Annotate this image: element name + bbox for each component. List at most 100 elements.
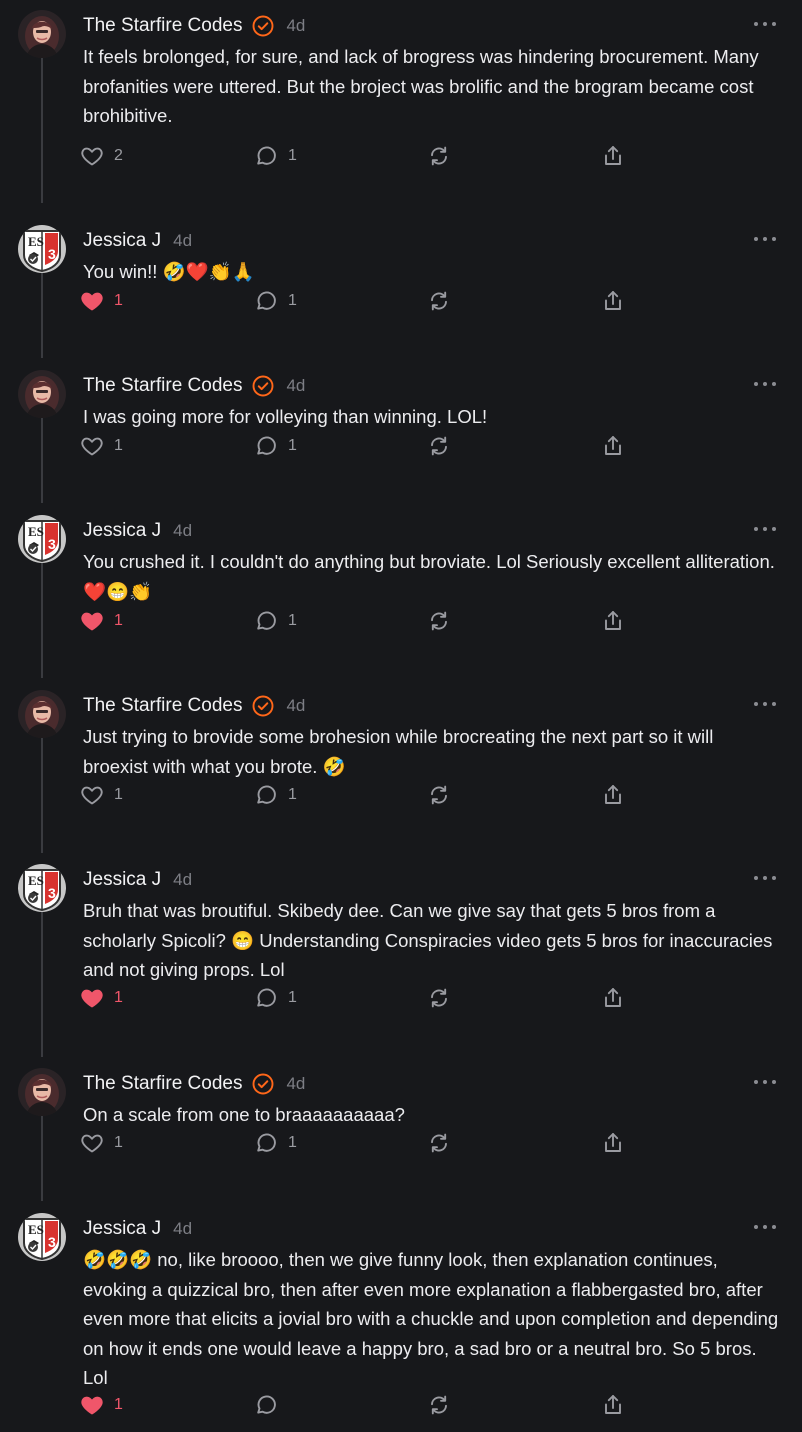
reply-button[interactable]: 1 bbox=[254, 985, 297, 1011]
restack-button[interactable] bbox=[427, 782, 451, 808]
share-button[interactable] bbox=[601, 985, 625, 1011]
restack-icon bbox=[427, 144, 451, 168]
thread-line bbox=[41, 738, 43, 853]
avatar[interactable]: ES 3 bbox=[18, 515, 66, 563]
author-name[interactable]: Jessica J bbox=[83, 230, 161, 252]
author-name[interactable]: Jessica J bbox=[83, 520, 161, 542]
reply-button[interactable] bbox=[254, 1392, 288, 1418]
reply-count: 1 bbox=[288, 989, 297, 1006]
reply-count: 1 bbox=[288, 292, 297, 309]
like-button[interactable]: 1 bbox=[80, 985, 123, 1011]
timestamp[interactable]: 4d bbox=[286, 696, 305, 716]
avatar[interactable] bbox=[18, 10, 66, 58]
timestamp[interactable]: 4d bbox=[286, 1074, 305, 1094]
like-button[interactable]: 1 bbox=[80, 433, 123, 459]
author-name[interactable]: Jessica J bbox=[83, 1218, 161, 1240]
like-button[interactable]: 1 bbox=[80, 608, 123, 634]
author-name[interactable]: The Starfire Codes bbox=[83, 15, 242, 37]
thread-line bbox=[41, 273, 43, 358]
share-button[interactable] bbox=[601, 288, 625, 314]
like-count: 1 bbox=[114, 292, 123, 309]
avatar[interactable]: ES 3 bbox=[18, 225, 66, 273]
more-options-icon[interactable] bbox=[754, 694, 776, 714]
comment-text: Just trying to brovide some brohesion wh… bbox=[83, 726, 714, 777]
like-count: 1 bbox=[114, 786, 123, 803]
restack-button[interactable] bbox=[427, 985, 451, 1011]
comment-header: Jessica J 4d bbox=[83, 1216, 192, 1242]
reply-count: 1 bbox=[288, 1134, 297, 1151]
heart-icon bbox=[80, 434, 104, 458]
author-name[interactable]: The Starfire Codes bbox=[83, 375, 242, 397]
comment-header: The Starfire Codes 4d bbox=[83, 693, 305, 719]
like-count: 1 bbox=[114, 1396, 123, 1413]
like-button[interactable]: 2 bbox=[80, 143, 123, 169]
heart-icon bbox=[80, 609, 104, 633]
more-options-icon[interactable] bbox=[754, 374, 776, 394]
comment-text: 🤣🤣🤣 no, like broooo, then we give funny … bbox=[83, 1249, 779, 1388]
like-button[interactable]: 1 bbox=[80, 782, 123, 808]
author-name[interactable]: The Starfire Codes bbox=[83, 695, 242, 717]
like-button[interactable]: 1 bbox=[80, 1130, 123, 1156]
like-count: 1 bbox=[114, 612, 123, 629]
heart-icon bbox=[80, 289, 104, 313]
reply-button[interactable]: 1 bbox=[254, 782, 297, 808]
share-icon bbox=[601, 434, 625, 458]
avatar[interactable] bbox=[18, 690, 66, 738]
share-button[interactable] bbox=[601, 433, 625, 459]
reply-button[interactable]: 1 bbox=[254, 608, 297, 634]
avatar[interactable]: ES 3 bbox=[18, 864, 66, 912]
restack-button[interactable] bbox=[427, 608, 451, 634]
avatar[interactable] bbox=[18, 1068, 66, 1116]
verified-badge-icon bbox=[252, 695, 274, 717]
share-button[interactable] bbox=[601, 1392, 625, 1418]
restack-button[interactable] bbox=[427, 288, 451, 314]
svg-text:3: 3 bbox=[48, 246, 56, 262]
like-button[interactable]: 1 bbox=[80, 288, 123, 314]
reply-button[interactable]: 1 bbox=[254, 433, 297, 459]
heart-icon bbox=[80, 1393, 104, 1417]
timestamp[interactable]: 4d bbox=[173, 231, 192, 251]
restack-button[interactable] bbox=[427, 1130, 451, 1156]
like-button[interactable]: 1 bbox=[80, 1392, 123, 1418]
verified-badge-icon bbox=[252, 1073, 274, 1095]
share-button[interactable] bbox=[601, 143, 625, 169]
avatar[interactable] bbox=[18, 370, 66, 418]
more-options-icon[interactable] bbox=[754, 1072, 776, 1092]
more-options-icon[interactable] bbox=[754, 14, 776, 34]
thread-line bbox=[41, 58, 43, 203]
heart-icon bbox=[80, 144, 104, 168]
restack-icon bbox=[427, 1131, 451, 1155]
reply-button[interactable]: 1 bbox=[254, 1130, 297, 1156]
comment-text: You crushed it. I couldn't do anything b… bbox=[83, 551, 775, 602]
share-button[interactable] bbox=[601, 782, 625, 808]
share-icon bbox=[601, 1393, 625, 1417]
author-name[interactable]: Jessica J bbox=[83, 869, 161, 891]
comment-header: Jessica J 4d bbox=[83, 518, 192, 544]
avatar[interactable]: ES 3 bbox=[18, 1213, 66, 1261]
restack-button[interactable] bbox=[427, 433, 451, 459]
timestamp[interactable]: 4d bbox=[173, 1219, 192, 1239]
share-icon bbox=[601, 986, 625, 1010]
share-button[interactable] bbox=[601, 1130, 625, 1156]
thread-line bbox=[41, 1116, 43, 1201]
reply-button[interactable]: 1 bbox=[254, 288, 297, 314]
reply-button[interactable]: 1 bbox=[254, 143, 297, 169]
comment-icon bbox=[254, 1131, 278, 1155]
more-options-icon[interactable] bbox=[754, 868, 776, 888]
share-button[interactable] bbox=[601, 608, 625, 634]
more-options-icon[interactable] bbox=[754, 229, 776, 249]
timestamp[interactable]: 4d bbox=[286, 376, 305, 396]
timestamp[interactable]: 4d bbox=[286, 16, 305, 36]
restack-button[interactable] bbox=[427, 1392, 451, 1418]
svg-text:ES: ES bbox=[28, 873, 44, 888]
svg-text:3: 3 bbox=[48, 1234, 56, 1250]
comment-icon bbox=[254, 144, 278, 168]
restack-button[interactable] bbox=[427, 143, 451, 169]
more-options-icon[interactable] bbox=[754, 519, 776, 539]
timestamp[interactable]: 4d bbox=[173, 870, 192, 890]
comment-thread: The Starfire Codes 4d It feels brolonged… bbox=[0, 0, 802, 1432]
author-name[interactable]: The Starfire Codes bbox=[83, 1073, 242, 1095]
timestamp[interactable]: 4d bbox=[173, 521, 192, 541]
more-options-icon[interactable] bbox=[754, 1217, 776, 1237]
comment-header: The Starfire Codes 4d bbox=[83, 373, 305, 399]
